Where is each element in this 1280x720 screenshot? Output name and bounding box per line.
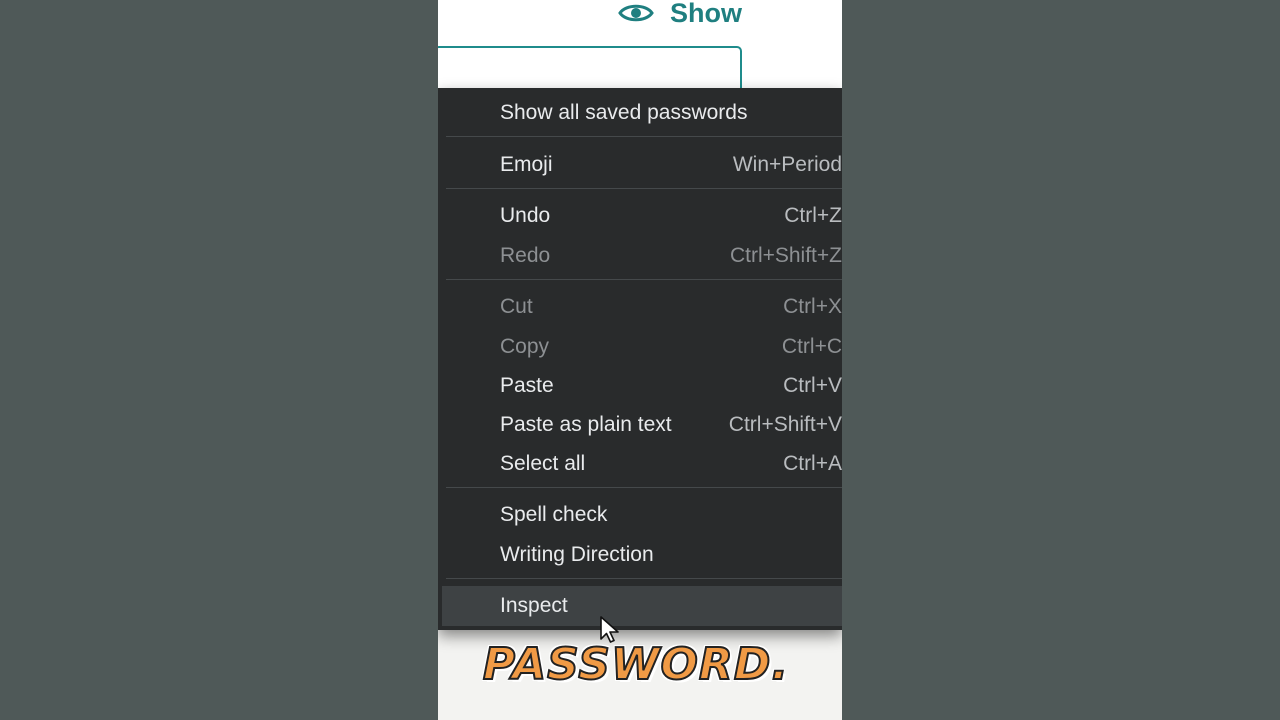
menu-item-shortcut: Ctrl+C bbox=[781, 335, 842, 358]
menu-item-emoji[interactable]: Emoji Win+Period bbox=[438, 145, 842, 185]
mouse-pointer-icon bbox=[600, 616, 619, 643]
menu-item-label: Writing Direction bbox=[500, 543, 654, 566]
menu-separator bbox=[446, 487, 842, 488]
menu-item-label: Show all saved passwords bbox=[500, 101, 748, 124]
show-password-label: Show bbox=[670, 0, 742, 28]
context-menu: Show all saved passwords Emoji Win+Perio… bbox=[438, 88, 842, 630]
menu-item-shortcut: Ctrl+V bbox=[783, 374, 842, 397]
menu-item-writing-direction[interactable]: Writing Direction bbox=[438, 535, 842, 575]
eye-icon bbox=[618, 4, 654, 22]
menu-item-copy: Copy Ctrl+C bbox=[438, 327, 842, 367]
menu-item-paste-as-plain-text[interactable]: Paste as plain text Ctrl+Shift+V bbox=[438, 405, 842, 445]
menu-item-inspect[interactable]: Inspect bbox=[442, 586, 842, 626]
menu-item-cut: Cut Ctrl+X bbox=[438, 287, 842, 327]
menu-item-undo[interactable]: Undo Ctrl+Z bbox=[438, 196, 842, 236]
menu-separator bbox=[446, 188, 842, 189]
menu-separator bbox=[446, 279, 842, 280]
show-password-toggle[interactable]: Show bbox=[618, 0, 742, 30]
menu-item-shortcut: Ctrl+Shift+V bbox=[728, 413, 842, 436]
menu-item-select-all[interactable]: Select all Ctrl+A bbox=[438, 444, 842, 484]
menu-separator bbox=[446, 578, 842, 579]
menu-item-label: Spell check bbox=[500, 503, 608, 526]
menu-item-show-all-saved-passwords[interactable]: Show all saved passwords bbox=[438, 93, 842, 133]
menu-item-shortcut: Ctrl+A bbox=[783, 452, 842, 475]
menu-item-shortcut: Ctrl+Z bbox=[784, 204, 842, 227]
menu-item-shortcut: Ctrl+X bbox=[783, 295, 842, 318]
menu-item-shortcut: Win+Period bbox=[732, 153, 842, 176]
menu-separator bbox=[446, 136, 842, 137]
page-content: Show bbox=[438, 0, 842, 96]
menu-item-shortcut: Ctrl+Shift+Z bbox=[729, 244, 842, 267]
menu-item-redo: Redo Ctrl+Shift+Z bbox=[438, 236, 842, 276]
browser-page: Show Show all saved passwords Emoji Win+… bbox=[438, 0, 842, 720]
menu-item-label: Inspect bbox=[500, 594, 568, 617]
menu-item-paste[interactable]: Paste Ctrl+V bbox=[438, 366, 842, 406]
menu-item-spell-check[interactable]: Spell check bbox=[438, 495, 842, 535]
